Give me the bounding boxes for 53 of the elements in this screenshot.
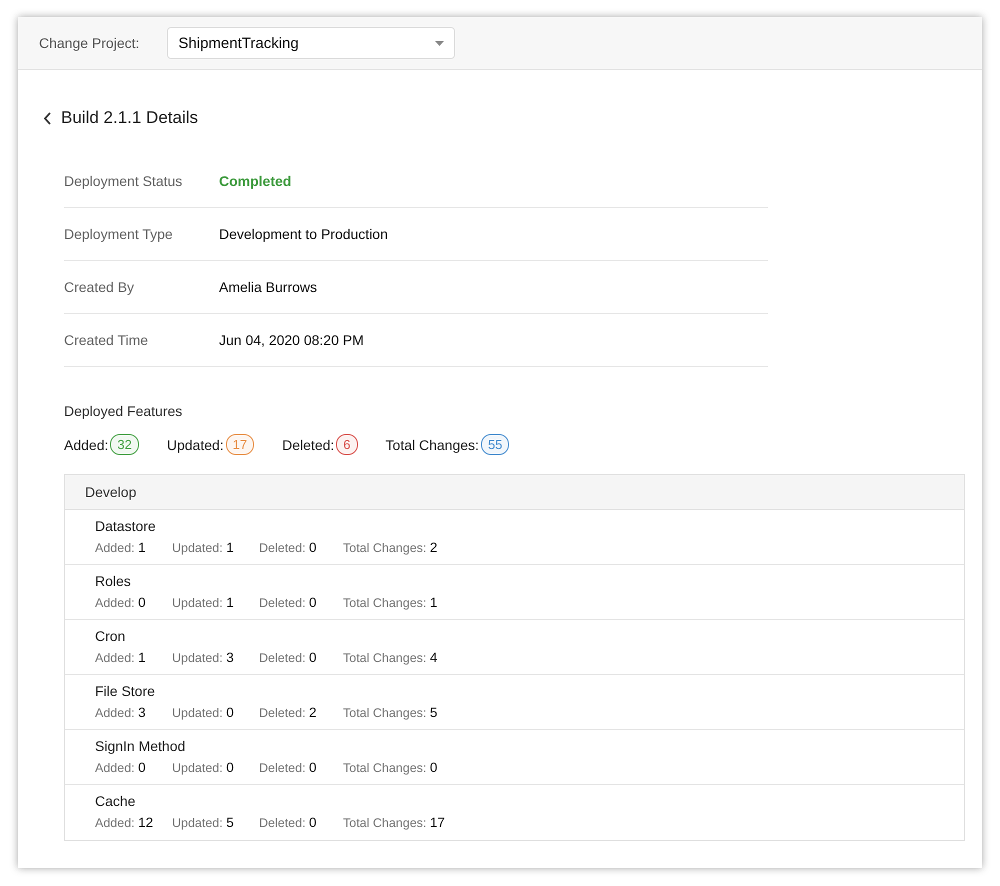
stat-text: Added: 0 bbox=[95, 760, 147, 775]
project-select[interactable]: ShipmentTracking bbox=[167, 27, 456, 59]
back-icon[interactable] bbox=[43, 112, 51, 124]
stat-text: Deleted: 0 bbox=[259, 815, 318, 830]
stat-text: Added: 12 bbox=[95, 815, 154, 830]
feature-name: Datastore bbox=[95, 518, 157, 534]
summary-label: Total Changes: bbox=[386, 436, 479, 452]
feature-name: SignIn Method bbox=[95, 738, 186, 754]
detail-label: Deployment Status bbox=[64, 173, 184, 189]
detail-value: Jun 04, 2020 08:20 PM bbox=[219, 332, 364, 348]
detail-label: Deployment Type bbox=[64, 226, 174, 242]
stat-text: Total Changes: 5 bbox=[343, 705, 438, 720]
page-title: Build 2.1.1 Details bbox=[61, 108, 198, 128]
stat-text: Added: 1 bbox=[95, 540, 147, 555]
stat-text: Added: 1 bbox=[95, 650, 147, 665]
stat-text: Total Changes: 2 bbox=[343, 540, 438, 555]
detail-value: Amelia Burrows bbox=[219, 279, 318, 295]
stat-text: Total Changes: 0 bbox=[343, 760, 438, 775]
stat-text: Updated: 0 bbox=[172, 705, 235, 720]
stat-text: Deleted: 0 bbox=[259, 540, 318, 555]
count-badge: 17 bbox=[226, 434, 254, 455]
stat-text: Updated: 1 bbox=[172, 595, 235, 610]
stat-text: Deleted: 0 bbox=[259, 650, 318, 665]
stat-text: Deleted: 0 bbox=[259, 760, 318, 775]
stat-text: Deleted: 2 bbox=[259, 705, 318, 720]
summary-label: Deleted: bbox=[282, 436, 334, 452]
detail-label: Created By bbox=[64, 279, 136, 295]
group-header: Develop bbox=[65, 475, 964, 510]
summary-label: Added: bbox=[64, 436, 108, 452]
count-badge: 6 bbox=[336, 434, 358, 455]
stat-text: Updated: 3 bbox=[172, 650, 235, 665]
feature-name: Cron bbox=[95, 628, 126, 644]
count-badge: 55 bbox=[480, 434, 510, 455]
stat-text: Added: 3 bbox=[95, 705, 147, 720]
feature-name: File Store bbox=[95, 683, 156, 699]
stat-text: Updated: 1 bbox=[172, 540, 235, 555]
count-badge: 32 bbox=[110, 434, 139, 455]
feature-name: Cache bbox=[95, 793, 136, 809]
stat-text: Total Changes: 17 bbox=[343, 815, 446, 830]
stat-text: Updated: 5 bbox=[172, 815, 235, 830]
stat-text: Added: 0 bbox=[95, 595, 147, 610]
caret-icon bbox=[435, 40, 444, 46]
detail-value: Completed bbox=[219, 173, 292, 189]
stat-text: Total Changes: 4 bbox=[343, 650, 438, 665]
section-heading: Deployed Features bbox=[64, 403, 184, 419]
detail-value: Development to Production bbox=[219, 226, 388, 242]
summary-label: Updated: bbox=[166, 436, 224, 452]
stat-text: Deleted: 0 bbox=[259, 595, 318, 610]
feature-name: Roles bbox=[95, 573, 132, 589]
stat-text: Updated: 0 bbox=[172, 760, 235, 775]
change-project-label: Change Project: bbox=[39, 35, 140, 51]
detail-label: Created Time bbox=[64, 332, 150, 348]
stat-text: Total Changes: 1 bbox=[343, 595, 438, 610]
